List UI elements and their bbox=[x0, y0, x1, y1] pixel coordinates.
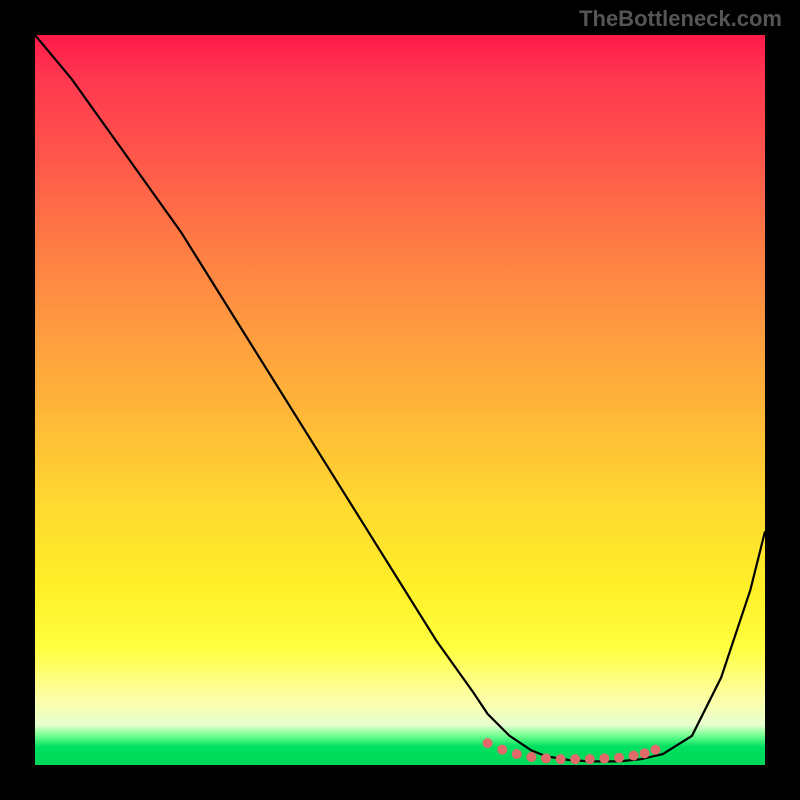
chart-svg bbox=[35, 35, 765, 765]
band-dot bbox=[585, 754, 595, 764]
dotted-band bbox=[483, 738, 661, 764]
band-dot bbox=[599, 753, 609, 763]
band-dot bbox=[570, 754, 580, 764]
band-dot bbox=[541, 753, 551, 763]
band-dot bbox=[640, 748, 650, 758]
band-dot bbox=[629, 751, 639, 761]
band-dot bbox=[651, 745, 661, 755]
band-dot bbox=[556, 754, 566, 764]
band-dot bbox=[497, 745, 507, 755]
band-dot bbox=[614, 753, 624, 763]
plot-area bbox=[35, 35, 765, 765]
watermark-text: TheBottleneck.com bbox=[579, 6, 782, 32]
band-dot bbox=[526, 752, 536, 762]
band-dot bbox=[483, 738, 493, 748]
band-dot bbox=[512, 749, 522, 759]
main-curve bbox=[35, 35, 765, 761]
